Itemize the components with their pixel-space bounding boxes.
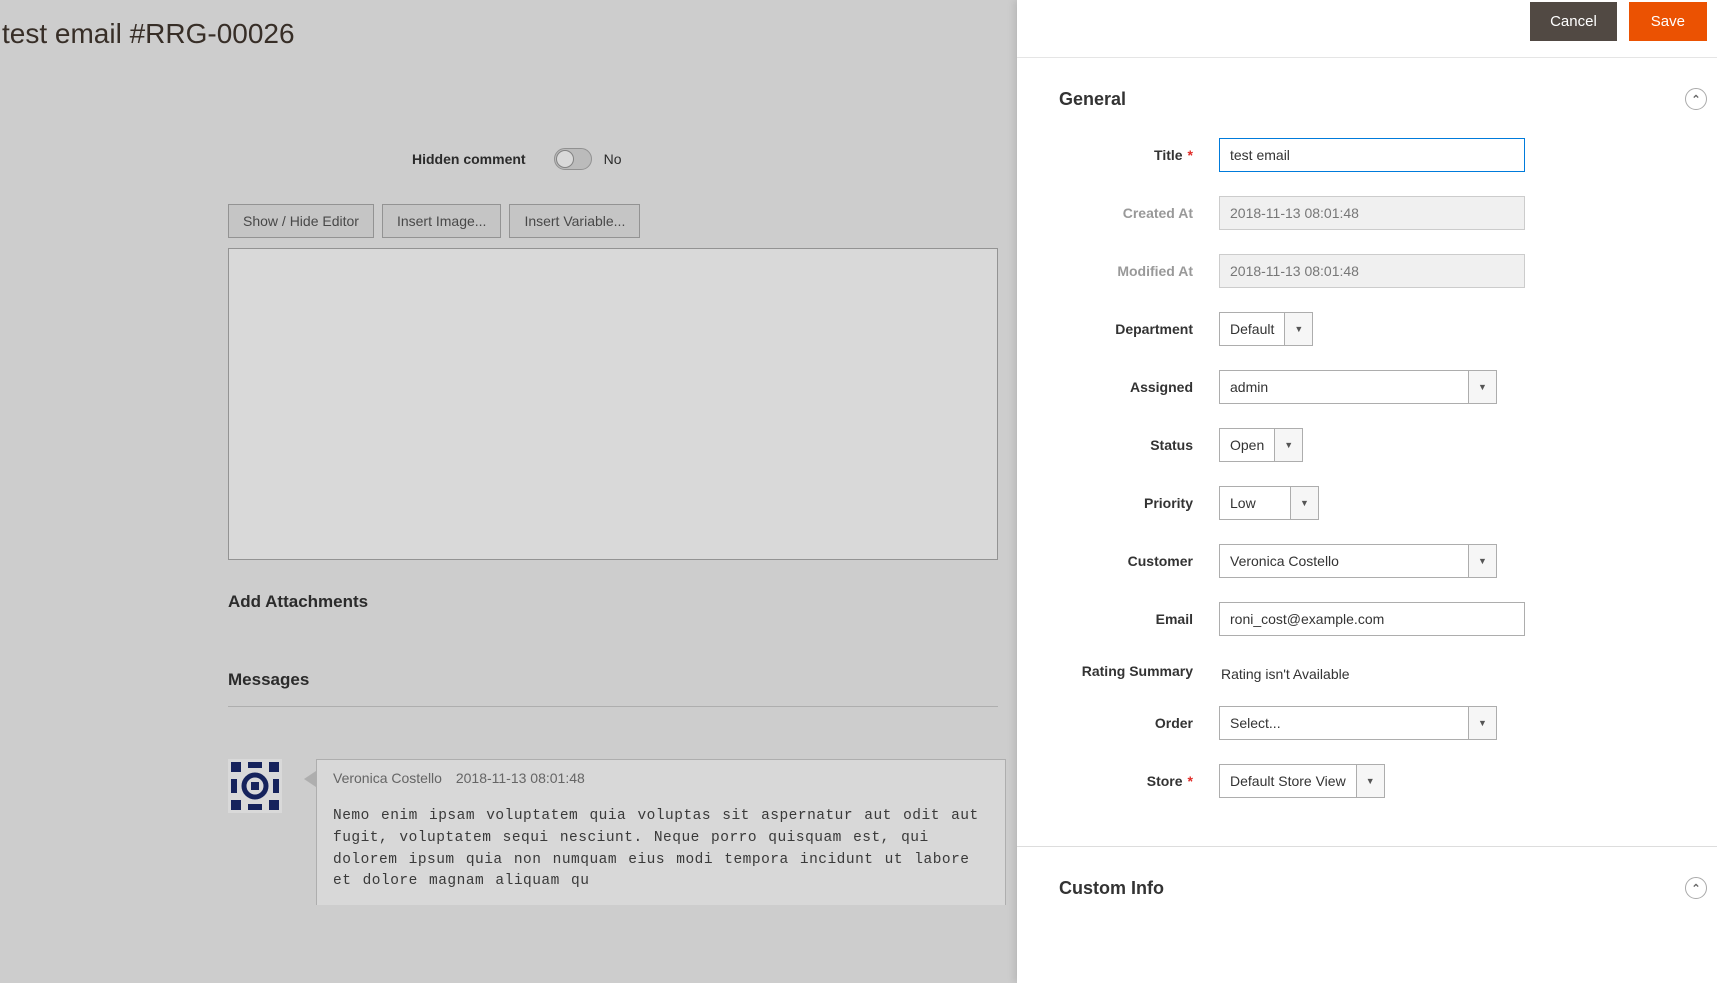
customer-value: Veronica Costello <box>1220 545 1468 577</box>
department-select[interactable]: Default ▼ <box>1219 312 1313 346</box>
assigned-select[interactable]: admin ▼ <box>1219 370 1497 404</box>
main-content: Hidden comment No Show / Hide Editor Ins… <box>0 148 1017 905</box>
hidden-comment-value: No <box>604 151 622 167</box>
cancel-button[interactable]: Cancel <box>1530 2 1617 41</box>
section-general-title: General <box>1059 89 1126 110</box>
created-at-input <box>1219 196 1525 230</box>
label-modified-at: Modified At <box>1059 263 1219 279</box>
department-value: Default <box>1220 313 1284 345</box>
priority-value: Low <box>1220 487 1290 519</box>
store-value: Default Store View <box>1220 765 1356 797</box>
avatar <box>228 759 282 813</box>
message-item: Veronica Costello 2018-11-13 08:01:48 Ne… <box>228 759 1017 905</box>
chevron-down-icon: ▼ <box>1356 765 1384 797</box>
messages-heading: Messages <box>228 670 998 707</box>
editor-textarea[interactable] <box>228 248 998 560</box>
order-select[interactable]: Select... ▼ <box>1219 706 1497 740</box>
modified-at-input <box>1219 254 1525 288</box>
chevron-down-icon: ▼ <box>1468 371 1496 403</box>
message-header: Veronica Costello 2018-11-13 08:01:48 <box>316 759 1006 794</box>
message-body: Veronica Costello 2018-11-13 08:01:48 Ne… <box>316 759 1006 905</box>
save-button[interactable]: Save <box>1629 2 1707 41</box>
hidden-comment-row: Hidden comment No <box>412 148 1017 170</box>
priority-select[interactable]: Low ▼ <box>1219 486 1319 520</box>
section-custom-info[interactable]: Custom Info ⌃ <box>1017 846 1717 927</box>
chevron-down-icon: ▼ <box>1290 487 1318 519</box>
label-priority: Priority <box>1059 495 1219 511</box>
chevron-down-icon: ▼ <box>1468 545 1496 577</box>
avatar-icon <box>228 759 282 813</box>
status-select[interactable]: Open ▼ <box>1219 428 1303 462</box>
label-department: Department <box>1059 321 1219 337</box>
order-value: Select... <box>1220 707 1468 739</box>
show-hide-editor-button[interactable]: Show / Hide Editor <box>228 204 374 238</box>
chevron-down-icon: ▼ <box>1284 313 1312 345</box>
title-input[interactable] <box>1219 138 1525 172</box>
panel-actions: Cancel Save <box>1017 2 1717 58</box>
chevron-down-icon: ▼ <box>1274 429 1302 461</box>
customer-select[interactable]: Veronica Costello ▼ <box>1219 544 1497 578</box>
form-general: Title* Created At Modified At Department… <box>1017 138 1717 846</box>
status-value: Open <box>1220 429 1274 461</box>
section-custom-info-title: Custom Info <box>1059 878 1164 899</box>
label-customer: Customer <box>1059 553 1219 569</box>
chevron-up-icon: ⌃ <box>1685 88 1707 110</box>
message-author: Veronica Costello <box>333 770 442 786</box>
label-assigned: Assigned <box>1059 379 1219 395</box>
label-created-at: Created At <box>1059 205 1219 221</box>
insert-image-button[interactable]: Insert Image... <box>382 204 501 238</box>
chevron-up-icon: ⌃ <box>1685 877 1707 899</box>
label-title: Title* <box>1059 147 1219 163</box>
page-title: test email #RRG-00026 <box>2 0 1017 70</box>
main-background: test email #RRG-00026 Hidden comment No … <box>0 0 1017 983</box>
hidden-comment-toggle[interactable] <box>554 148 592 170</box>
label-order: Order <box>1059 715 1219 731</box>
toggle-knob-icon <box>556 150 574 168</box>
chevron-down-icon: ▼ <box>1468 707 1496 739</box>
label-store: Store* <box>1059 773 1219 789</box>
side-panel: Cancel Save General ⌃ Title* Created At … <box>1017 0 1717 983</box>
assigned-value: admin <box>1220 371 1468 403</box>
editor-toolbar: Show / Hide Editor Insert Image... Inser… <box>228 204 1017 238</box>
section-general[interactable]: General ⌃ <box>1017 58 1717 138</box>
message-text: Nemo enim ipsam voluptatem quia voluptas… <box>316 794 1006 905</box>
label-status: Status <box>1059 437 1219 453</box>
store-select[interactable]: Default Store View ▼ <box>1219 764 1385 798</box>
add-attachments-heading: Add Attachments <box>228 592 1017 612</box>
label-email: Email <box>1059 611 1219 627</box>
message-date: 2018-11-13 08:01:48 <box>456 770 585 786</box>
insert-variable-button[interactable]: Insert Variable... <box>509 204 640 238</box>
label-rating-summary: Rating Summary <box>1059 663 1219 679</box>
rating-summary-value: Rating isn't Available <box>1219 660 1350 682</box>
hidden-comment-label: Hidden comment <box>412 151 526 167</box>
email-input[interactable] <box>1219 602 1525 636</box>
